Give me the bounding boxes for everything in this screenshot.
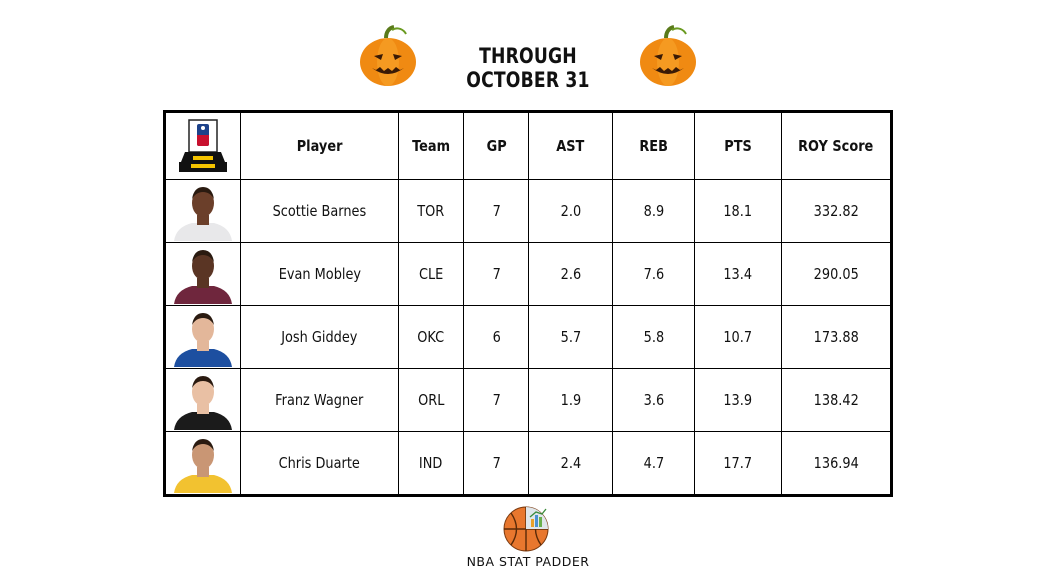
team-cell: ORL — [397, 368, 465, 432]
player-headshot — [174, 313, 233, 367]
gp-cell: 6 — [463, 305, 530, 369]
page-title: THROUGH OCTOBER 31 — [466, 44, 590, 92]
headshot-cell — [163, 179, 242, 243]
ast-cell: 2.4 — [528, 431, 613, 496]
gp-cell: 7 — [463, 242, 530, 306]
table-row: Franz Wagner ORL 7 1.9 3.6 13.9 138.42 — [163, 368, 892, 432]
basketball-chart-icon — [503, 506, 549, 552]
player-headshot — [174, 187, 233, 241]
ast-cell: 2.0 — [528, 179, 613, 243]
player-headshot — [174, 376, 233, 430]
roy-score-cell: 136.94 — [780, 431, 892, 496]
player-cell: Scottie Barnes — [240, 179, 399, 243]
nba-trophy-icon — [179, 119, 228, 172]
column-header-ast: AST — [528, 111, 613, 180]
gp-cell: 7 — [463, 368, 530, 432]
headshot-cell — [163, 242, 242, 306]
pts-cell: 10.7 — [694, 305, 782, 369]
player-cell: Chris Duarte — [240, 431, 399, 496]
table-row: Evan Mobley CLE 7 2.6 7.6 13.4 290.05 — [163, 242, 892, 306]
column-header-gp: GP — [463, 111, 530, 180]
reb-cell: 3.6 — [611, 368, 696, 432]
footer: NBA STAT PADDER — [428, 502, 628, 572]
reb-cell: 4.7 — [611, 431, 696, 496]
column-header-reb: REB — [611, 111, 696, 180]
column-header-roy-score: ROY Score — [780, 111, 892, 180]
header: THROUGH OCTOBER 31 — [0, 22, 1056, 98]
team-cell: TOR — [397, 179, 465, 243]
table-row: Josh Giddey OKC 6 5.7 5.8 10.7 173.88 — [163, 305, 892, 369]
player-cell: Josh Giddey — [240, 305, 399, 369]
pts-cell: 17.7 — [694, 431, 782, 496]
pts-cell: 18.1 — [694, 179, 782, 243]
team-cell: IND — [397, 431, 465, 496]
player-cell: Evan Mobley — [240, 242, 399, 306]
gp-cell: 7 — [463, 179, 530, 243]
table-row: Chris Duarte IND 7 2.4 4.7 17.7 136.94 — [163, 431, 892, 496]
table-header-row: Player Team GP AST REB PTS ROY Score — [163, 111, 892, 180]
roy-score-cell: 332.82 — [780, 179, 892, 243]
pts-cell: 13.4 — [694, 242, 782, 306]
player-cell: Franz Wagner — [240, 368, 399, 432]
gp-cell: 7 — [463, 431, 530, 496]
pts-cell: 13.9 — [694, 368, 782, 432]
team-cell: OKC — [397, 305, 465, 369]
roy-score-cell: 290.05 — [780, 242, 892, 306]
reb-cell: 7.6 — [611, 242, 696, 306]
pumpkin-icon — [360, 25, 416, 86]
roy-score-cell: 138.42 — [780, 368, 892, 432]
ast-cell: 2.6 — [528, 242, 613, 306]
column-header-team: Team — [397, 111, 465, 180]
brand-name: NBA STAT PADDER — [466, 554, 590, 569]
reb-cell: 8.9 — [611, 179, 696, 243]
pumpkin-icon — [640, 25, 696, 86]
table-row: Scottie Barnes TOR 7 2.0 8.9 18.1 332.82 — [163, 179, 892, 243]
headshot-cell — [163, 431, 242, 496]
ast-cell: 1.9 — [528, 368, 613, 432]
player-headshot — [174, 439, 233, 493]
trophy-header-cell — [163, 111, 242, 180]
column-header-player: Player — [240, 111, 399, 180]
roy-table: Player Team GP AST REB PTS ROY Score Sco… — [163, 110, 893, 497]
headshot-cell — [163, 305, 242, 369]
roy-score-cell: 173.88 — [780, 305, 892, 369]
reb-cell: 5.8 — [611, 305, 696, 369]
column-header-pts: PTS — [694, 111, 782, 180]
ast-cell: 5.7 — [528, 305, 613, 369]
headshot-cell — [163, 368, 242, 432]
team-cell: CLE — [397, 242, 465, 306]
player-headshot — [174, 250, 233, 304]
